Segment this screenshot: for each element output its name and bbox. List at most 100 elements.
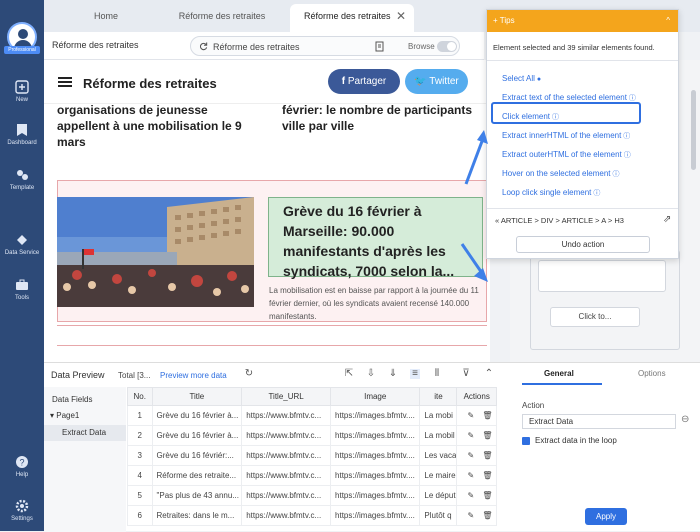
action-label: Action bbox=[522, 401, 545, 410]
web-page-view: Réforme des retraites f Partager 🐦 Twitt… bbox=[44, 60, 490, 362]
tree-node-page1[interactable]: ▾ Page1 bbox=[50, 411, 132, 420]
tab-reforme-1[interactable]: Réforme des retraites bbox=[162, 4, 282, 32]
info-icon[interactable]: ⓘ bbox=[621, 133, 630, 140]
column-view-icon[interactable]: ⫴ bbox=[432, 369, 442, 379]
page-settings-icon[interactable] bbox=[375, 41, 385, 52]
import-icon[interactable]: ⇩ bbox=[366, 369, 376, 379]
arrow-icon bbox=[460, 243, 488, 282]
page-name: Réforme des retraites bbox=[52, 40, 139, 50]
edit-icon[interactable]: ✎ bbox=[467, 511, 474, 520]
info-icon[interactable]: ⓘ bbox=[611, 171, 619, 178]
sidebar-item-dashboard[interactable]: Dashboard bbox=[0, 123, 44, 146]
download-icon[interactable]: ⇓ bbox=[388, 369, 398, 379]
edit-icon[interactable]: ✎ bbox=[467, 431, 474, 440]
selection-border bbox=[57, 345, 487, 346]
action-select[interactable]: Extract Data bbox=[522, 414, 676, 429]
data-preview-title: Data Preview bbox=[51, 370, 105, 380]
tip-option-4[interactable]: Extract outerHTML of the element ⓘ bbox=[502, 150, 631, 160]
site-header: Réforme des retraites f Partager 🐦 Twitt… bbox=[44, 60, 490, 104]
column-header[interactable]: ite bbox=[419, 387, 458, 406]
column-header[interactable]: Title bbox=[151, 387, 243, 406]
column-header[interactable]: Title_URL bbox=[241, 387, 332, 406]
tab-reforme-active[interactable]: Réforme des retraites ✕ bbox=[290, 4, 414, 32]
trash-icon[interactable]: 🗑 bbox=[482, 471, 492, 480]
twitter-label: Twitter bbox=[429, 76, 459, 87]
info-icon[interactable]: ⓘ bbox=[627, 95, 636, 102]
tab-options[interactable]: Options bbox=[638, 369, 666, 378]
close-icon[interactable]: ✕ bbox=[396, 4, 406, 28]
arrow-icon bbox=[464, 130, 488, 185]
tip-option-6[interactable]: Loop click single element ⓘ bbox=[502, 188, 600, 198]
table-cell: https://www.bfmtv.c... bbox=[241, 425, 332, 446]
tip-option-3[interactable]: Extract innerHTML of the element ⓘ bbox=[502, 131, 630, 141]
article-headline-left[interactable]: organisations de jeunesse appellent à un… bbox=[57, 102, 257, 150]
apply-button[interactable]: Apply bbox=[585, 508, 627, 525]
info-icon[interactable]: ⓘ bbox=[550, 114, 559, 121]
article-title-h3[interactable]: Grève du 16 février à Marseille: 90.000 … bbox=[268, 197, 483, 279]
table-cell: Retraites: dans le m... bbox=[151, 505, 243, 526]
sidebar-item-template[interactable]: Template bbox=[0, 168, 44, 191]
preview-more-link[interactable]: Preview more data bbox=[160, 371, 227, 380]
collapse-icon[interactable]: ⌃ bbox=[484, 369, 494, 379]
trash-icon[interactable]: 🗑 bbox=[482, 411, 492, 420]
sidebar-item-settings[interactable]: Settings bbox=[0, 499, 44, 522]
column-header[interactable]: Image bbox=[330, 387, 421, 406]
edit-icon[interactable]: ✎ bbox=[467, 451, 474, 460]
sidebar-item-help[interactable]: ? Help bbox=[0, 455, 44, 478]
trash-icon[interactable]: 🗑 bbox=[482, 431, 492, 440]
row-actions: ✎ 🗑 bbox=[456, 505, 497, 526]
sidebar-item-tools[interactable]: Tools bbox=[0, 278, 44, 301]
refresh-icon[interactable]: ↻ bbox=[244, 369, 254, 379]
info-icon[interactable]: ⓘ bbox=[591, 190, 600, 197]
tree-node-extract-data[interactable]: Extract Data bbox=[44, 425, 126, 441]
info-icon[interactable]: ⓘ bbox=[622, 152, 631, 159]
tip-option-2[interactable]: Click element ⓘ bbox=[502, 112, 559, 122]
collapse-icon[interactable]: ^ bbox=[666, 10, 670, 32]
scrollbar[interactable] bbox=[691, 90, 696, 170]
edit-icon[interactable]: ✎ bbox=[467, 411, 474, 420]
reload-icon[interactable] bbox=[199, 42, 208, 51]
filter-icon[interactable]: ⊽ bbox=[461, 369, 471, 379]
browse-toggle[interactable] bbox=[437, 41, 457, 52]
undo-action-button[interactable]: Undo action bbox=[516, 236, 650, 253]
tree-node-label: Extract Data bbox=[62, 428, 107, 437]
table-row[interactable]: 4 Réforme des retraite... https://www.bfmt… bbox=[127, 465, 497, 486]
edit-icon[interactable]: ✎ bbox=[467, 471, 474, 480]
edit-icon[interactable]: ✎ bbox=[467, 491, 474, 500]
workflow-click-step[interactable]: Click to... bbox=[550, 307, 640, 327]
loop-checkbox-label: Extract data in the loop bbox=[535, 436, 617, 445]
tip-option-0[interactable]: Select All ● bbox=[502, 74, 541, 83]
check-icon[interactable]: ● bbox=[535, 76, 541, 83]
trash-icon[interactable]: 🗑 bbox=[482, 511, 492, 520]
sidebar-item-data-service[interactable]: Data Service bbox=[0, 233, 44, 256]
tab-home[interactable]: Home bbox=[66, 4, 146, 32]
column-header[interactable]: No. bbox=[127, 387, 153, 406]
table-cell: Grève du 16 févriér:... bbox=[151, 445, 243, 466]
tip-option-1[interactable]: Extract text of the selected element ⓘ bbox=[502, 93, 636, 103]
sidebar-item-new[interactable]: New bbox=[0, 80, 44, 103]
question-icon: ? bbox=[16, 456, 28, 468]
tips-header: + Tips ^ bbox=[487, 10, 678, 32]
export-icon[interactable]: ⇱ bbox=[344, 369, 354, 379]
element-breadcrumb[interactable]: « ARTICLE > DIV > ARTICLE > A > H3 bbox=[495, 216, 624, 225]
tip-option-5[interactable]: Hover on the selected element ⓘ bbox=[502, 169, 619, 179]
article-headline-right[interactable]: février: le nombre de participants ville… bbox=[282, 102, 482, 134]
url-input[interactable]: Réforme des retraites Browse bbox=[190, 36, 460, 56]
external-link-icon[interactable]: ⇗ bbox=[663, 214, 671, 225]
menu-icon[interactable] bbox=[58, 77, 72, 87]
table-row[interactable]: 1 Grève du 16 février à... https://www.bfm… bbox=[127, 405, 497, 426]
trash-icon[interactable]: 🗑 bbox=[482, 451, 492, 460]
table-row[interactable]: 3 Grève du 16 févriér:... https://www.bfmt… bbox=[127, 445, 497, 466]
tab-general[interactable]: General bbox=[544, 369, 574, 378]
remove-icon[interactable]: ⊖ bbox=[681, 414, 689, 425]
table-row[interactable]: 6 Retraites: dans le m... https://www.bfmt… bbox=[127, 505, 497, 526]
twitter-share-button[interactable]: 🐦 Twitter bbox=[405, 69, 468, 94]
cloud-icon bbox=[17, 235, 27, 245]
table-row[interactable]: 2 Grève du 16 février à... https://www.bfm… bbox=[127, 425, 497, 446]
loop-checkbox[interactable] bbox=[522, 437, 530, 445]
trash-icon[interactable]: 🗑 bbox=[482, 491, 492, 500]
facebook-share-button[interactable]: f Partager bbox=[328, 69, 400, 94]
table-row[interactable]: 5 "Pas plus de 43 annu... https://www.bfmt… bbox=[127, 485, 497, 506]
article-image[interactable] bbox=[57, 197, 254, 307]
list-view-icon[interactable]: ≡ bbox=[410, 369, 420, 379]
